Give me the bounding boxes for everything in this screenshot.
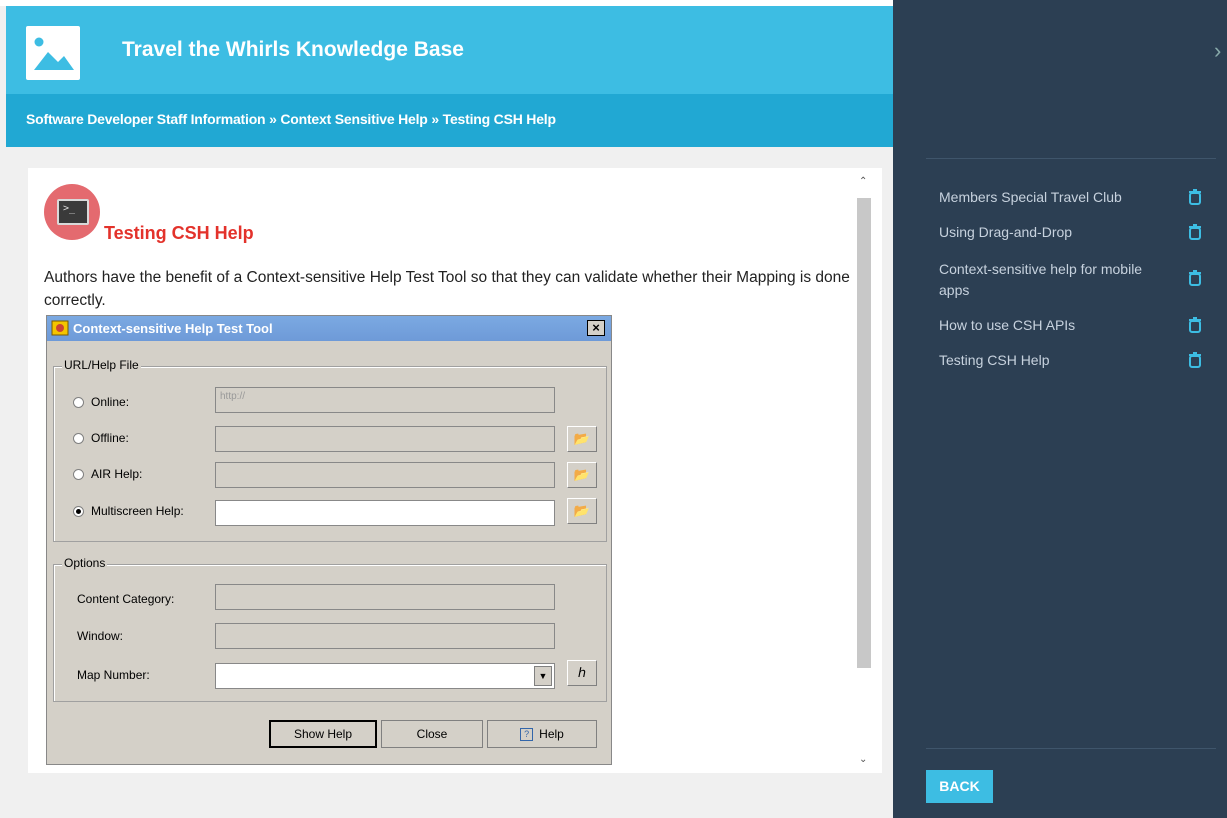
breadcrumb-bar: Software Developer Staff Information » C…: [6, 94, 893, 147]
close-icon[interactable]: ×: [587, 320, 605, 336]
sidebar-divider-top: [926, 158, 1216, 159]
online-url-field[interactable]: http://: [215, 387, 555, 413]
url-group-label: URL/Help File: [62, 358, 141, 372]
offline-field[interactable]: [215, 426, 555, 452]
dialog-title: Context-sensitive Help Test Tool: [73, 321, 273, 336]
options-group-label: Options: [62, 556, 108, 570]
air-help-field[interactable]: [215, 462, 555, 488]
offline-radio[interactable]: [73, 433, 84, 444]
online-radio[interactable]: [73, 397, 84, 408]
chevron-down-icon[interactable]: ▼: [534, 666, 552, 686]
window-label: Window:: [77, 629, 124, 643]
multiscreen-label: Multiscreen Help:: [91, 504, 184, 518]
online-label: Online:: [91, 395, 130, 409]
app-icon: [51, 320, 69, 336]
help-button[interactable]: ? Help: [487, 720, 597, 748]
content-scrollbar[interactable]: ⌃ ⌄: [855, 176, 873, 766]
offline-browse-icon[interactable]: 📂: [567, 426, 597, 452]
air-help-label: AIR Help:: [91, 467, 143, 481]
trash-icon[interactable]: [1188, 189, 1202, 205]
scroll-down-icon[interactable]: ⌄: [859, 754, 867, 765]
content-category-label: Content Category:: [77, 592, 175, 606]
multiscreen-radio[interactable]: [73, 506, 84, 517]
site-title: Travel the Whirls Knowledge Base: [122, 38, 464, 61]
site-header: Travel the Whirls Knowledge Base: [6, 6, 893, 94]
help-icon: ?: [520, 728, 534, 742]
sidebar-item-csh-mobile[interactable]: Context-sensitive help for mobile apps: [939, 259, 1154, 301]
favorites-sidebar: › Members Special Travel Club Using Drag…: [893, 0, 1227, 818]
chevron-right-icon[interactable]: ›: [1214, 38, 1221, 64]
map-number-label: Map Number:: [77, 668, 150, 682]
show-help-button[interactable]: Show Help: [269, 720, 377, 748]
window-field[interactable]: [215, 623, 555, 649]
scroll-thumb[interactable]: [857, 198, 871, 668]
topic-title: Testing CSH Help: [104, 223, 254, 243]
dialog-titlebar: Context-sensitive Help Test Tool ×: [47, 316, 611, 341]
topic-content: Testing CSH Help Authors have the benefi…: [28, 168, 882, 773]
sidebar-item-drag-drop[interactable]: Using Drag-and-Drop: [939, 222, 1154, 243]
scroll-up-icon[interactable]: ⌃: [859, 176, 867, 187]
map-lookup-icon[interactable]: ℎ: [567, 660, 597, 686]
csh-test-tool-screenshot: Context-sensitive Help Test Tool × URL/H…: [46, 315, 612, 765]
air-browse-icon[interactable]: 📂: [567, 462, 597, 488]
sidebar-divider-bottom: [926, 748, 1216, 749]
sidebar-item-csh-apis[interactable]: How to use CSH APIs: [939, 315, 1154, 336]
trash-icon[interactable]: [1188, 224, 1202, 240]
breadcrumb[interactable]: Software Developer Staff Information » C…: [26, 111, 556, 127]
help-button-label: Help: [539, 727, 564, 741]
sidebar-item-testing-csh[interactable]: Testing CSH Help: [939, 350, 1154, 371]
trash-icon[interactable]: [1188, 270, 1202, 286]
close-button[interactable]: Close: [381, 720, 483, 748]
map-number-combo[interactable]: [215, 663, 555, 689]
image-icon[interactable]: [26, 26, 80, 80]
trash-icon[interactable]: [1188, 317, 1202, 333]
terminal-icon: [44, 184, 100, 240]
trash-icon[interactable]: [1188, 352, 1202, 368]
back-button[interactable]: BACK: [926, 770, 993, 803]
multiscreen-browse-icon[interactable]: 📂: [567, 498, 597, 524]
multiscreen-field[interactable]: [215, 500, 555, 526]
air-help-radio[interactable]: [73, 469, 84, 480]
offline-label: Offline:: [91, 431, 129, 445]
content-category-field[interactable]: [215, 584, 555, 610]
topic-paragraph: Authors have the benefit of a Context-se…: [44, 269, 850, 309]
sidebar-item-members-club[interactable]: Members Special Travel Club: [939, 187, 1154, 208]
